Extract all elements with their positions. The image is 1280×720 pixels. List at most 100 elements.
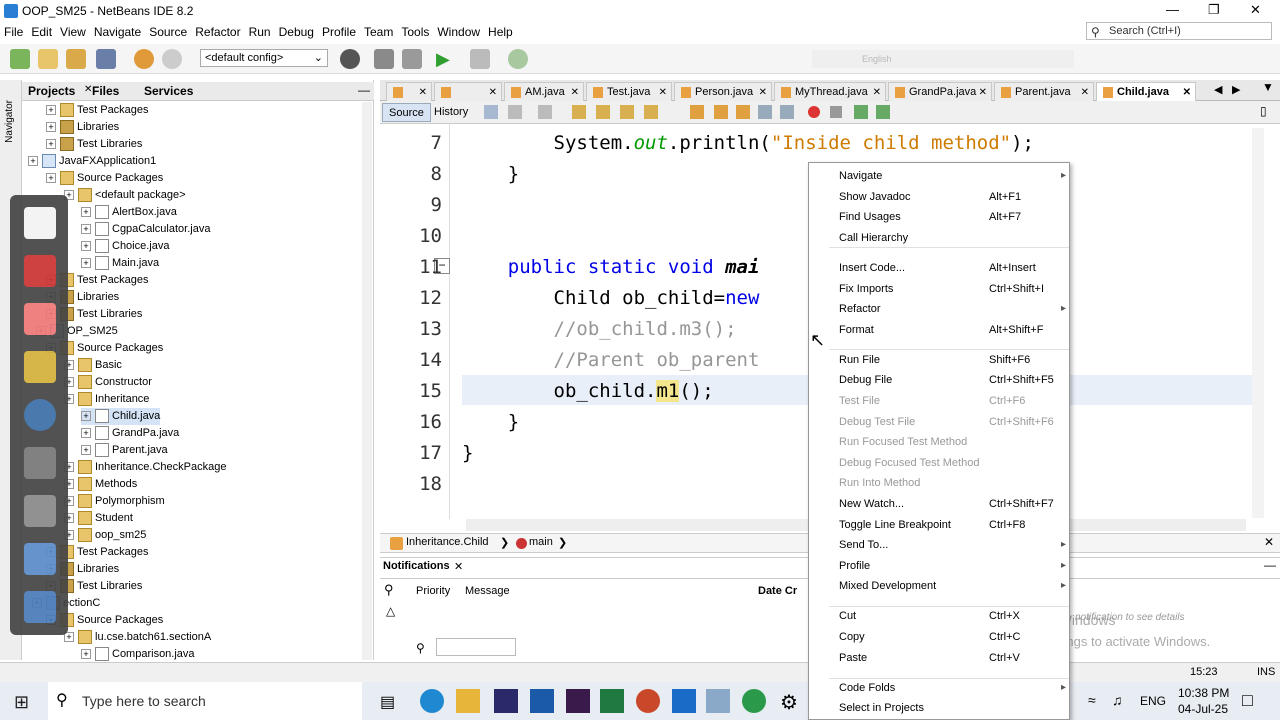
- forward-icon[interactable]: [538, 105, 552, 119]
- tree-node[interactable]: + oop_sm25: [64, 527, 146, 544]
- menu-profile[interactable]: Profile: [318, 22, 360, 42]
- code-line[interactable]: Child ob_child=new: [462, 287, 760, 309]
- language-indicator[interactable]: ENG: [1140, 694, 1166, 708]
- minimize-pane-icon[interactable]: —: [358, 83, 370, 97]
- close-icon[interactable]: ✕: [979, 83, 987, 102]
- editor-tab[interactable]: MyThread.java ✕: [774, 82, 886, 101]
- menu-item-debug-file[interactable]: Debug File: [839, 370, 892, 390]
- menu-edit[interactable]: Edit: [27, 22, 56, 42]
- minimize-button[interactable]: —: [1166, 2, 1179, 17]
- last-edit-icon[interactable]: [484, 105, 498, 119]
- tree-node[interactable]: + JavaFXApplication1: [28, 153, 156, 170]
- pointer-icon[interactable]: [24, 399, 56, 431]
- start-macro-icon[interactable]: [808, 106, 820, 118]
- expand-toggle-icon[interactable]: +: [81, 428, 91, 439]
- menu-tools[interactable]: Tools: [397, 22, 433, 42]
- new-file-icon[interactable]: [38, 49, 58, 69]
- toggle-highlight-icon[interactable]: [644, 105, 658, 119]
- taskbar-search-box[interactable]: ⚲ Type here to search: [48, 682, 362, 720]
- menu-item-select-in-projects[interactable]: Select in Projects: [839, 698, 924, 718]
- menu-source[interactable]: Source: [145, 22, 191, 42]
- menu-item-show-javadoc[interactable]: Show Javadoc: [839, 187, 911, 207]
- laser-pen-icon[interactable]: [24, 447, 56, 479]
- notification-center-icon[interactable]: □: [1242, 690, 1253, 711]
- close-window-button[interactable]: ✕: [1250, 2, 1261, 18]
- code-line[interactable]: }: [462, 442, 473, 464]
- editor-vscrollbar[interactable]: [1252, 128, 1264, 518]
- pen-icon[interactable]: [24, 207, 56, 239]
- menu-item-cut[interactable]: Cut: [839, 606, 856, 626]
- menu-item-call-hierarchy[interactable]: Call Hierarchy: [839, 228, 908, 248]
- menu-item-format[interactable]: Format: [839, 320, 874, 340]
- screenshot-icon[interactable]: [24, 591, 56, 623]
- tree-node[interactable]: + Comparison.java: [81, 646, 195, 663]
- toggle-bookmark-icon[interactable]: [736, 105, 750, 119]
- outlook-icon[interactable]: [672, 689, 696, 713]
- close-icon[interactable]: ✕: [759, 83, 767, 102]
- search-icon[interactable]: ⚲: [384, 582, 394, 598]
- eraser-icon[interactable]: [24, 303, 56, 335]
- close-icon[interactable]: ✕: [454, 560, 463, 573]
- breadcrumb-method[interactable]: main: [529, 536, 553, 548]
- redo-icon[interactable]: [162, 49, 182, 69]
- tree-node[interactable]: + lu.cse.batch61.sectionA: [64, 629, 211, 646]
- tabs-left-arrow-icon[interactable]: ◀: [1214, 83, 1222, 96]
- task-view-icon[interactable]: ▤: [380, 692, 395, 712]
- history-button[interactable]: History: [434, 103, 468, 122]
- tree-node[interactable]: + Child.java: [81, 408, 161, 425]
- tree-node[interactable]: + Basic: [64, 357, 122, 374]
- code-line[interactable]: System.out.println("Inside child method"…: [462, 132, 1034, 154]
- editor-tab[interactable]: Child.java ✕: [1096, 82, 1196, 101]
- debug-project-icon[interactable]: [470, 49, 490, 69]
- breadcrumb-class[interactable]: Inheritance.Child: [406, 536, 489, 548]
- source-button[interactable]: Source: [382, 103, 431, 122]
- menu-item-copy[interactable]: Copy: [839, 627, 865, 647]
- tree-node[interactable]: + Student: [64, 510, 133, 527]
- premiere-icon[interactable]: [566, 689, 590, 713]
- tree-scrollbar[interactable]: [362, 102, 372, 660]
- tabs-right-arrow-icon[interactable]: ▶: [1232, 83, 1240, 96]
- expand-toggle-icon[interactable]: +: [81, 445, 91, 456]
- find-selection-icon[interactable]: [572, 105, 586, 119]
- globe-icon[interactable]: [340, 49, 360, 69]
- edge-browser-icon[interactable]: [420, 689, 444, 713]
- menu-item-insert-code[interactable]: Insert Code...: [839, 258, 905, 278]
- navigator-tab[interactable]: Navigator: [4, 100, 15, 143]
- menu-item-toggle-line-breakpoint[interactable]: Toggle Line Breakpoint: [839, 515, 951, 535]
- tree-node[interactable]: + Constructor: [64, 374, 152, 391]
- find-next-icon[interactable]: [620, 105, 634, 119]
- build-hammer-icon[interactable]: [374, 49, 394, 69]
- code-line[interactable]: //Parent ob_parent: [462, 349, 760, 371]
- close-icon[interactable]: ✕: [571, 83, 579, 102]
- tab-files[interactable]: Files: [92, 84, 119, 98]
- undo-icon[interactable]: [134, 49, 154, 69]
- clean-build-icon[interactable]: [402, 49, 422, 69]
- editor-tab[interactable]: AM.java ✕: [504, 82, 584, 101]
- tree-node[interactable]: + Inheritance.CheckPackage: [64, 459, 226, 476]
- new-project-icon[interactable]: [10, 49, 30, 69]
- close-icon[interactable]: ✕: [659, 83, 667, 102]
- comment-icon[interactable]: [854, 105, 868, 119]
- tabs-dropdown-icon[interactable]: ▼: [1262, 80, 1274, 94]
- editor-tab[interactable]: ...ava✕: [386, 82, 432, 117]
- tree-node[interactable]: + Inheritance: [64, 391, 149, 408]
- code-line[interactable]: public static void mai: [462, 256, 760, 278]
- whiteboard-icon[interactable]: [24, 543, 56, 575]
- save-all-icon[interactable]: [96, 49, 116, 69]
- next-bookmark-icon[interactable]: [714, 105, 728, 119]
- keyboard-icon[interactable]: [24, 495, 56, 527]
- expand-toggle-icon[interactable]: +: [81, 411, 91, 422]
- menu-navigate[interactable]: Navigate: [90, 22, 145, 42]
- menu-item-navigate[interactable]: Navigate: [839, 166, 882, 186]
- close-icon[interactable]: ✕: [419, 83, 427, 102]
- expand-toggle-icon[interactable]: +: [81, 241, 91, 252]
- whatsapp-icon[interactable]: [742, 689, 766, 713]
- code-line[interactable]: }: [462, 411, 519, 433]
- editor-tab[interactable]: Parent.java ✕: [994, 82, 1094, 101]
- editor-tab[interactable]: pk1.java✕: [434, 82, 502, 117]
- minimize-pane-icon[interactable]: —: [1264, 558, 1276, 572]
- menu-run[interactable]: Run: [245, 22, 275, 42]
- tree-node[interactable]: + Source Packages: [46, 170, 163, 187]
- expand-toggle-icon[interactable]: +: [28, 156, 38, 167]
- volume-icon[interactable]: ♫: [1112, 692, 1123, 708]
